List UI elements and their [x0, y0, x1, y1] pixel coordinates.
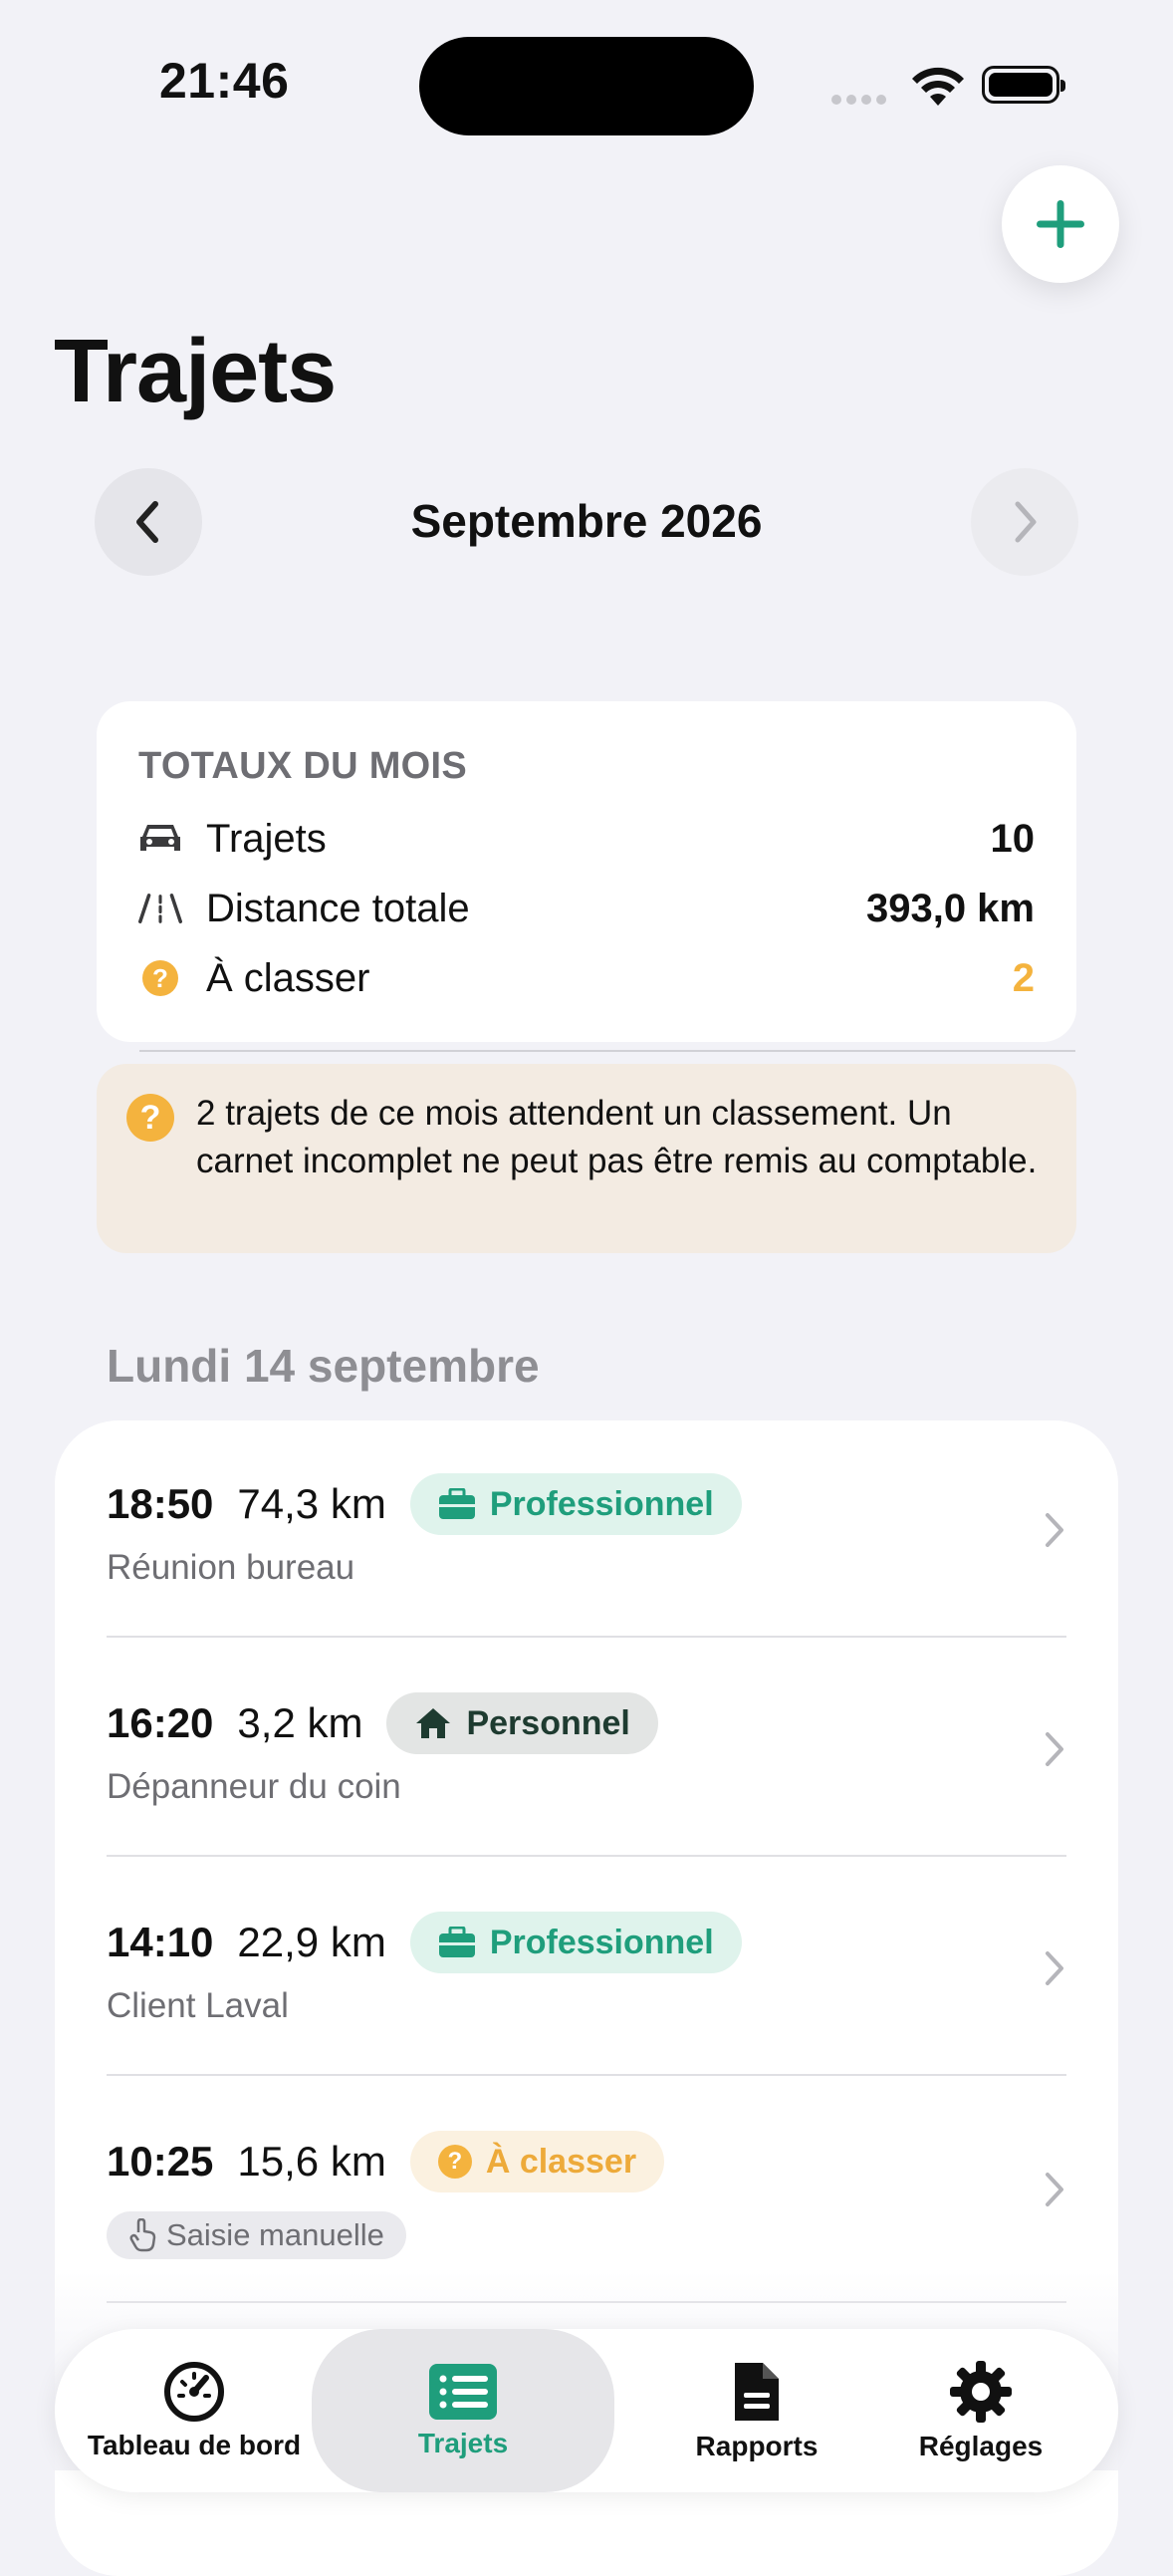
tab-label: Tableau de bord — [87, 2430, 302, 2460]
chevron-right-icon — [1015, 501, 1037, 543]
dynamic-island — [419, 37, 754, 135]
briefcase-icon — [438, 1927, 476, 1958]
tab-reports[interactable]: Rapports — [632, 2329, 881, 2492]
trip-row[interactable]: 18:50 74,3 km Professionnel Réunion bure… — [107, 1472, 1066, 1612]
totals-label: À classer — [206, 956, 370, 1000]
category-badge: Personnel — [386, 1692, 658, 1754]
category-badge: Professionnel — [409, 1912, 742, 1973]
trip-row[interactable]: 16:20 3,2 km Personnel Dépanneur du coin — [107, 1691, 1066, 1831]
trip-time: 18:50 — [107, 1480, 214, 1527]
tab-settings[interactable]: Réglages — [881, 2329, 1080, 2492]
row-divider — [107, 1855, 1066, 1857]
totals-value: 393,0 km — [865, 887, 1035, 930]
battery-icon — [982, 66, 1065, 104]
gear-icon — [950, 2361, 1012, 2423]
add-trip-button[interactable] — [1002, 165, 1119, 283]
totals-label: Distance totale — [206, 887, 470, 930]
road-icon — [138, 887, 182, 930]
document-icon — [735, 2363, 779, 2421]
question-icon: ? — [138, 956, 182, 1000]
status-time: 21:46 — [159, 53, 290, 109]
day-heading: Lundi 14 septembre — [107, 1340, 540, 1392]
trip-time: 16:20 — [107, 1699, 214, 1746]
chip-label: Saisie manuelle — [166, 2217, 384, 2252]
category-badge: ? À classer — [409, 2131, 665, 2192]
trip-distance: 74,3 km — [237, 1480, 386, 1527]
trip-distance: 22,9 km — [237, 1919, 386, 1965]
trip-row[interactable]: 14:10 22,9 km Professionnel Client Laval — [107, 1911, 1066, 2050]
category-label: À classer — [485, 2142, 637, 2181]
category-label: Professionnel — [489, 1923, 714, 1961]
unclassified-warning-banner[interactable]: ? 2 trajets de ce mois attendent un clas… — [97, 1064, 1076, 1253]
trip-time: 10:25 — [107, 2138, 214, 2185]
trip-row[interactable]: 10:25 15,6 km ? À classer Saisie manuell… — [107, 2130, 1066, 2279]
plus-icon — [1037, 200, 1084, 248]
trip-distance: 3,2 km — [237, 1699, 363, 1746]
page-title: Trajets — [54, 322, 337, 421]
wifi-icon — [909, 66, 967, 113]
previous-month-button[interactable] — [95, 468, 202, 576]
chevron-right-icon — [1043, 1948, 1066, 1993]
trip-distance: 15,6 km — [237, 2138, 386, 2185]
row-divider — [107, 1636, 1066, 1638]
tab-dashboard[interactable]: Tableau de bord — [88, 2329, 301, 2492]
list-icon — [429, 2364, 497, 2420]
totals-row-trips: Trajets 10 — [138, 811, 1035, 871]
trip-description: Réunion bureau — [107, 1548, 355, 1587]
month-label: Septembre 2026 — [410, 495, 763, 547]
totals-value: 2 — [1012, 956, 1035, 1000]
tab-trips[interactable]: Trajets — [312, 2329, 614, 2492]
totals-label: Trajets — [206, 817, 327, 861]
manual-entry-chip: Saisie manuelle — [107, 2211, 406, 2259]
trip-description: Client Laval — [107, 1986, 289, 2025]
category-label: Personnel — [466, 1703, 630, 1742]
house-icon — [414, 1706, 452, 1740]
warning-text: 2 trajets de ce mois attendent un classe… — [196, 1094, 1038, 1180]
tab-label: Réglages — [918, 2431, 1044, 2461]
question-icon: ? — [126, 1094, 174, 1142]
category-badge: Professionnel — [409, 1473, 742, 1535]
tab-label: Rapports — [695, 2431, 819, 2461]
trip-description: Dépanneur du coin — [107, 1767, 401, 1806]
chevron-right-icon — [1043, 2170, 1066, 2214]
chevron-right-icon — [1043, 1510, 1066, 1555]
speedometer-icon — [164, 2362, 224, 2422]
category-label: Professionnel — [489, 1484, 714, 1523]
totals-value: 10 — [990, 817, 1036, 861]
tab-label: Trajets — [417, 2428, 509, 2458]
totals-heading: TOTAUX DU MOIS — [138, 745, 468, 787]
briefcase-icon — [438, 1488, 476, 1520]
trip-time: 14:10 — [107, 1919, 214, 1965]
car-icon — [138, 817, 182, 861]
totals-row-unclassified: ? À classer 2 — [138, 950, 1035, 1010]
chevron-right-icon — [1043, 1729, 1066, 1774]
divider — [139, 1050, 1075, 1052]
monthly-totals-card: TOTAUX DU MOIS Trajets 10 Distance total… — [97, 701, 1076, 1042]
row-divider — [107, 2074, 1066, 2076]
cellular-signal-icon — [831, 92, 891, 110]
hand-tap-icon — [128, 2218, 156, 2252]
totals-row-distance: Distance totale 393,0 km — [138, 881, 1035, 940]
question-icon: ? — [437, 2145, 472, 2179]
chevron-left-icon — [136, 501, 158, 543]
next-month-button[interactable] — [971, 468, 1078, 576]
tab-bar: Tableau de bord Trajets Rapports Réglage… — [55, 2329, 1118, 2492]
